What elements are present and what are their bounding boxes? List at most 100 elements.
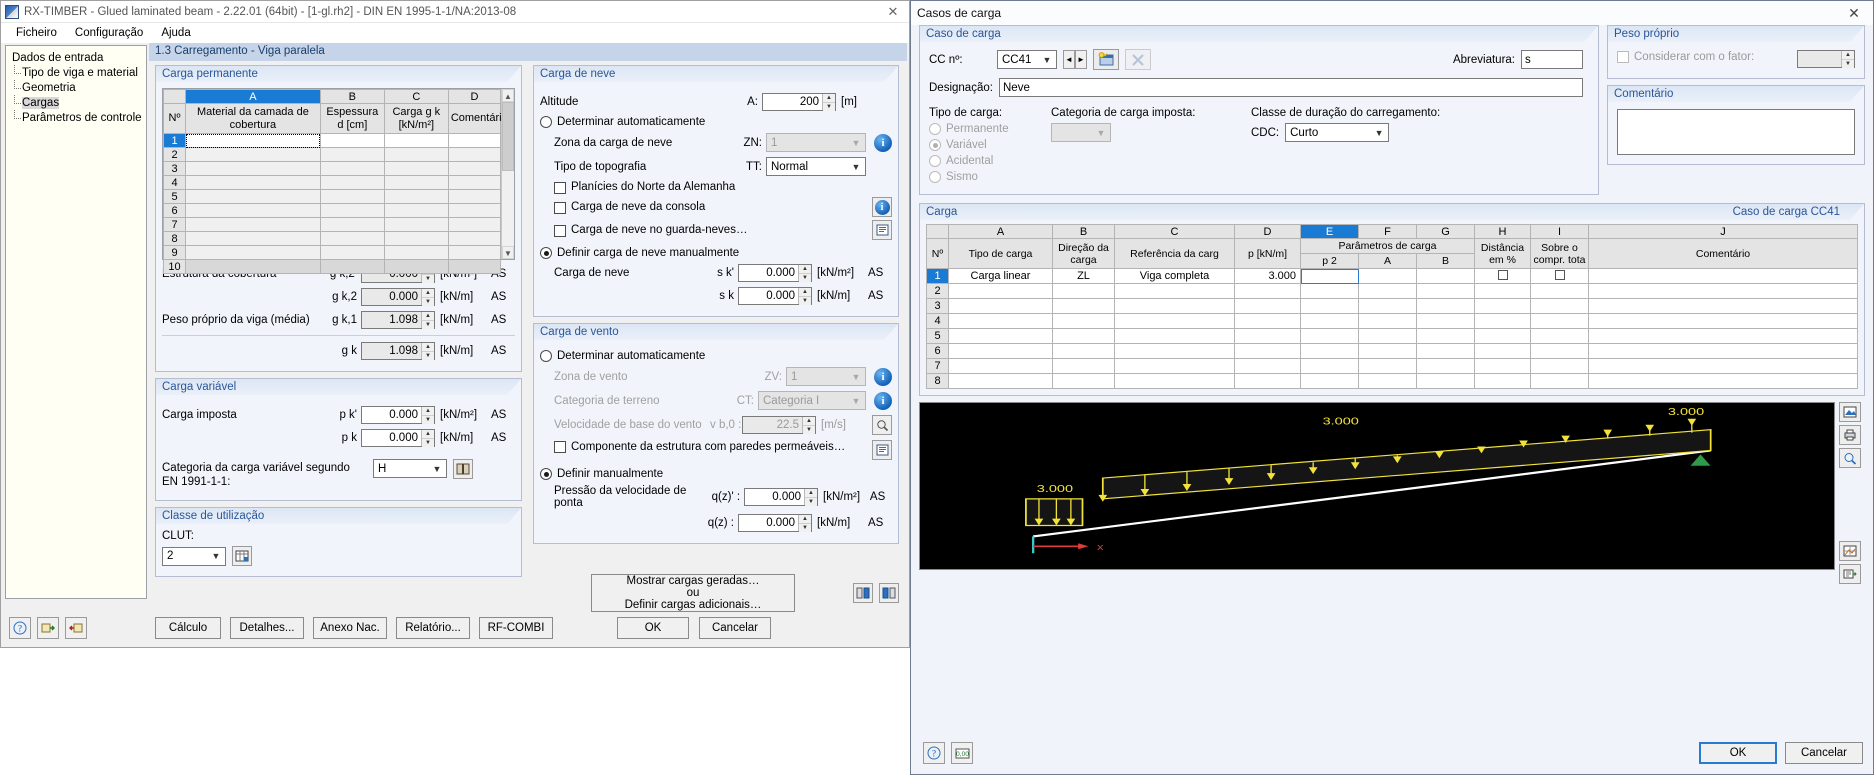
- spinner-down-icon[interactable]: ▼: [422, 439, 434, 447]
- cell[interactable]: [1300, 358, 1359, 374]
- relatorio-button[interactable]: Relatório...: [396, 617, 470, 639]
- row-cell[interactable]: [447, 217, 502, 232]
- checkbox-carga-neve-consola[interactable]: Carga de neve da consola: [554, 201, 872, 214]
- cell[interactable]: [1234, 328, 1301, 344]
- row-number[interactable]: 1: [926, 268, 949, 284]
- info-icon-zona-neve[interactable]: i: [874, 133, 892, 152]
- pk-prime-spinner[interactable]: ▲▼: [361, 406, 435, 424]
- row-number[interactable]: 6: [163, 203, 186, 218]
- cell[interactable]: [1530, 328, 1589, 344]
- radio-definir-manualmente-vento[interactable]: Definir manualmente: [540, 468, 892, 480]
- qz-spinner[interactable]: ▲▼: [738, 514, 812, 532]
- row-cell[interactable]: [383, 203, 449, 218]
- zona-neve-select[interactable]: 1 ▼: [766, 133, 866, 152]
- table-row[interactable]: 3: [163, 161, 502, 176]
- cell[interactable]: [1474, 343, 1531, 359]
- help-icon-button[interactable]: ?: [9, 617, 31, 639]
- altitude-spinner[interactable]: ▲▼: [762, 93, 836, 111]
- table-row[interactable]: 5: [163, 189, 502, 204]
- spinner-down-icon[interactable]: ▼: [805, 498, 818, 506]
- row-number[interactable]: 9: [163, 245, 186, 260]
- row-cell-espessura[interactable]: [319, 133, 385, 148]
- grid-col-d[interactable]: D: [447, 89, 502, 104]
- spinner-down-icon[interactable]: ▼: [422, 275, 434, 283]
- row-number[interactable]: 3: [926, 298, 949, 314]
- cell[interactable]: [1530, 313, 1589, 329]
- gk-total-input[interactable]: [362, 343, 421, 359]
- sk-input[interactable]: [739, 288, 798, 304]
- tree-item-parametros-de-controle[interactable]: Parâmetros de controle: [10, 110, 142, 126]
- fator-input[interactable]: [1798, 51, 1841, 67]
- row-number[interactable]: 10: [163, 259, 186, 274]
- row-cell[interactable]: [185, 175, 321, 190]
- spinner-down-icon[interactable]: ▼: [422, 321, 434, 329]
- spinner-up-icon[interactable]: ▲: [799, 288, 811, 297]
- cell[interactable]: [1300, 328, 1359, 344]
- table-row[interactable]: 4: [163, 175, 502, 190]
- cell[interactable]: [1530, 283, 1589, 299]
- col-g[interactable]: G: [1416, 224, 1475, 239]
- cell[interactable]: [1474, 313, 1531, 329]
- prev-case-button[interactable]: ◄: [1063, 50, 1075, 69]
- row-cell[interactable]: [383, 189, 449, 204]
- checkbox-planicies-norte-alemanha[interactable]: Planícies do Norte da Alemanha: [554, 181, 892, 194]
- cell-a[interactable]: [1358, 268, 1417, 284]
- cell[interactable]: [1114, 328, 1235, 344]
- row-cell[interactable]: [319, 217, 385, 232]
- spinner-up-icon[interactable]: ▲: [799, 265, 811, 274]
- spinner-down-icon[interactable]: ▼: [422, 416, 434, 424]
- render-view-button[interactable]: [1839, 402, 1861, 422]
- qz-prime-input[interactable]: [745, 489, 805, 505]
- row-cell[interactable]: [319, 203, 385, 218]
- cell[interactable]: [1530, 373, 1589, 389]
- spinner-buttons[interactable]: ▲▼: [802, 417, 815, 434]
- clut-select[interactable]: 2 ▼: [162, 546, 226, 566]
- cdc-select[interactable]: Curto ▼: [1285, 123, 1390, 142]
- col-j[interactable]: J: [1588, 224, 1858, 239]
- altitude-input[interactable]: [763, 94, 822, 110]
- gk-total-spinner[interactable]: ▲▼: [361, 342, 435, 360]
- dialog-units-button[interactable]: 0,00: [951, 742, 973, 764]
- cell[interactable]: [1416, 373, 1475, 389]
- categoria-carga-variavel-select[interactable]: H ▼: [373, 459, 447, 478]
- row-cell-carga[interactable]: [383, 133, 449, 148]
- abreviatura-input[interactable]: s: [1521, 50, 1583, 69]
- sk-prime-spinner[interactable]: ▲▼: [738, 264, 812, 282]
- spinner-up-icon[interactable]: ▲: [422, 343, 434, 352]
- cell[interactable]: [1300, 313, 1359, 329]
- row-cell-material[interactable]: [185, 133, 321, 148]
- cell-referencia[interactable]: Viga completa: [1114, 268, 1235, 284]
- grid-col-b[interactable]: B: [319, 89, 385, 104]
- spinner-up-icon[interactable]: ▲: [803, 417, 815, 426]
- scroll-up-icon[interactable]: ▲: [502, 89, 514, 102]
- carga-table[interactable]: A B C D E F G H I J Nº Tipo de carga Dir…: [926, 224, 1858, 389]
- table-row[interactable]: 7: [163, 217, 502, 232]
- table-row[interactable]: 8: [926, 373, 1858, 389]
- pk-spinner[interactable]: ▲▼: [361, 429, 435, 447]
- cell[interactable]: [948, 343, 1053, 359]
- row-cell[interactable]: [383, 161, 449, 176]
- row-cell[interactable]: [319, 161, 385, 176]
- table-row[interactable]: 6: [926, 343, 1858, 359]
- spinner-up-icon[interactable]: ▲: [422, 289, 434, 298]
- cell[interactable]: [1416, 283, 1475, 299]
- tree-item-geometria[interactable]: Geometria: [10, 80, 142, 96]
- table-row[interactable]: 2: [926, 283, 1858, 299]
- row-number[interactable]: 7: [926, 358, 949, 374]
- tree-item-tipo-de-viga[interactable]: Tipo de viga e material: [10, 65, 142, 81]
- row-cell[interactable]: [185, 259, 321, 274]
- table-row[interactable]: 1 Carga linear ZL Viga completa 3.000: [926, 268, 1858, 284]
- row-cell[interactable]: [185, 161, 321, 176]
- table-row[interactable]: 9: [163, 245, 502, 260]
- cell[interactable]: [1416, 343, 1475, 359]
- cell-sobre-compr-checkbox[interactable]: [1530, 268, 1589, 284]
- radio-definir-carga-neve-manualmente[interactable]: Definir carga de neve manualmente: [540, 247, 892, 259]
- row-number[interactable]: 4: [926, 313, 949, 329]
- cell[interactable]: [1300, 343, 1359, 359]
- spinner-up-icon[interactable]: ▲: [1842, 51, 1854, 60]
- sk-spinner[interactable]: ▲▼: [738, 287, 812, 305]
- row-cell[interactable]: [383, 231, 449, 246]
- table-row[interactable]: 1: [163, 133, 502, 148]
- row-number[interactable]: 4: [163, 175, 186, 190]
- cell[interactable]: [1474, 283, 1531, 299]
